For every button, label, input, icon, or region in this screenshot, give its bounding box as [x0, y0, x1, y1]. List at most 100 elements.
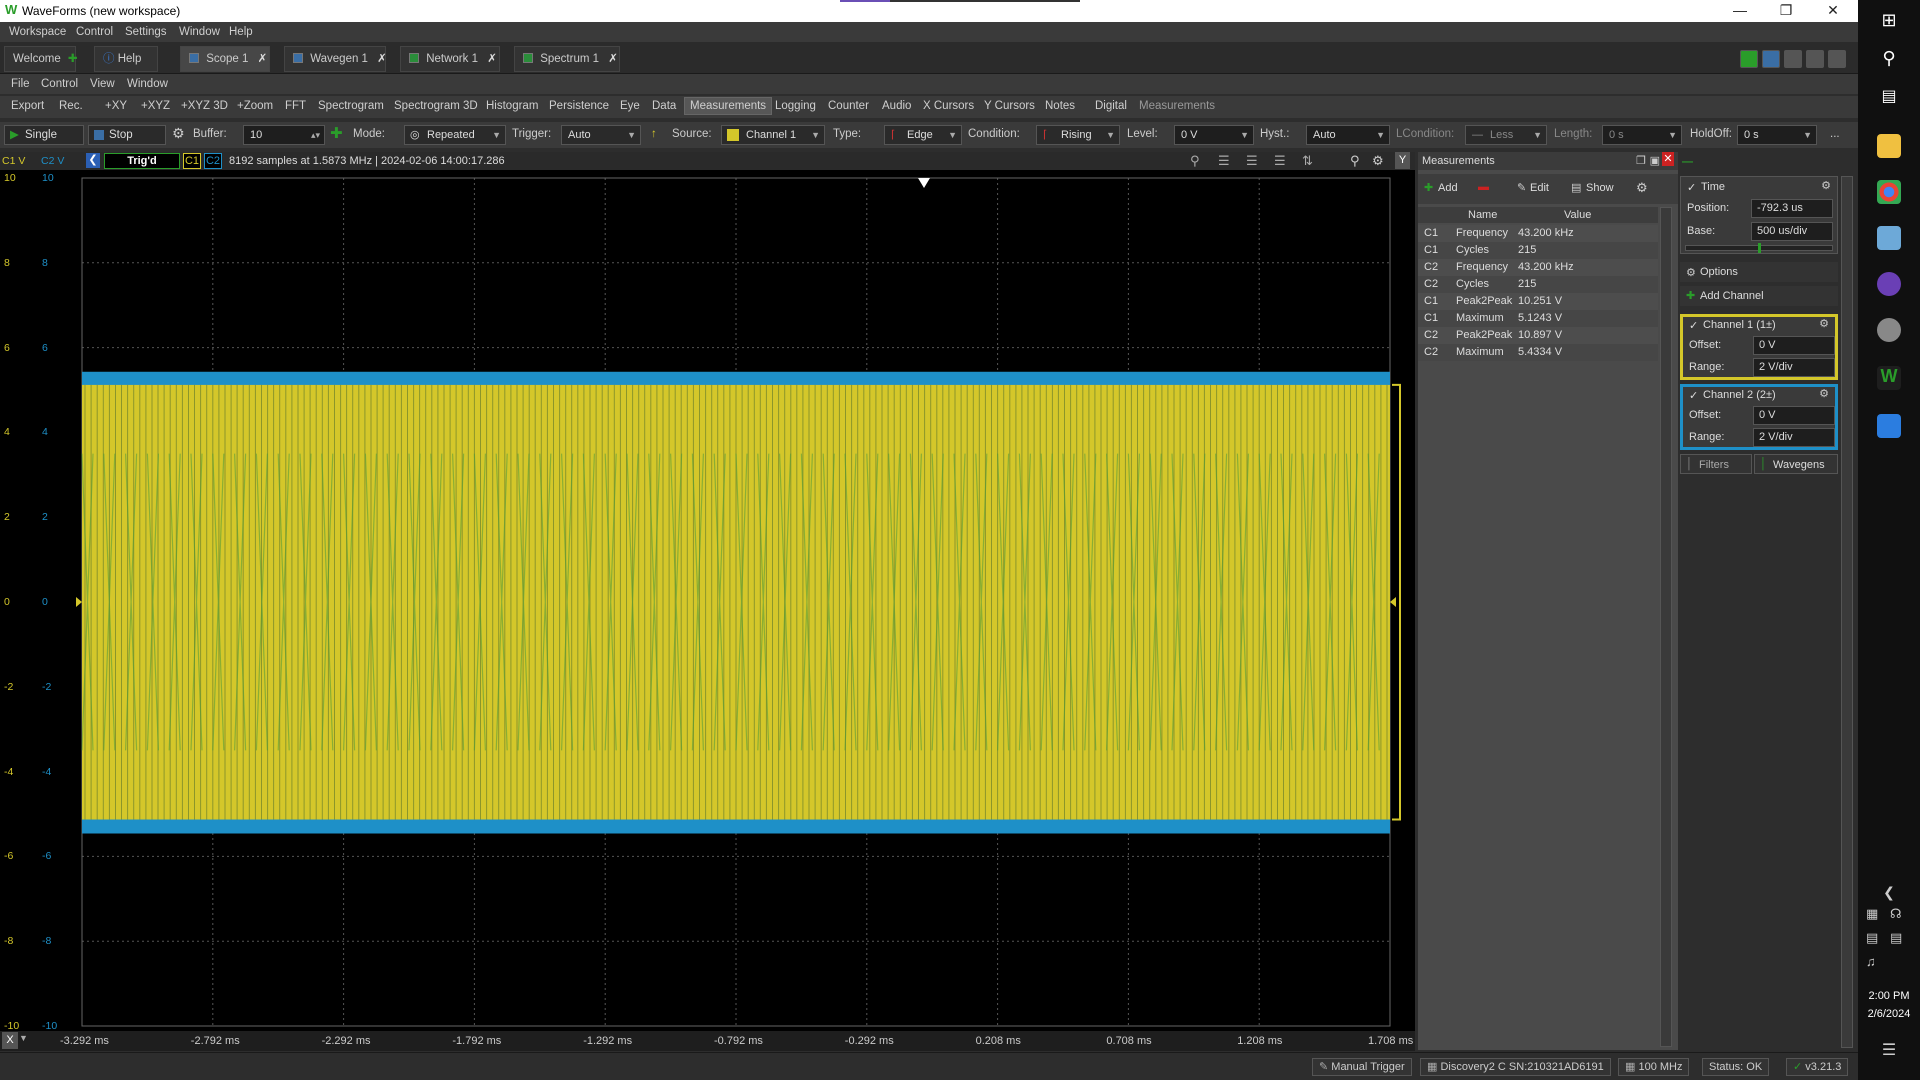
length-input[interactable]: 0 s ▼: [1602, 125, 1682, 145]
menu-window[interactable]: Window: [179, 26, 220, 38]
toolbar-measurements[interactable]: Measurements: [684, 97, 773, 115]
position-input[interactable]: -792.3 us: [1751, 199, 1833, 218]
add-button[interactable]: Add: [1438, 182, 1458, 194]
device-button[interactable]: ▦ Discovery2 C SN:210321AD6191: [1420, 1058, 1611, 1076]
scope-plot[interactable]: 10 10 8 8 6 6 4 4 2 2 0 0 -2 -2 -4 -4 -6 -6 -8 -8 -10 -10: [0, 170, 1415, 1050]
ch1-offset-input[interactable]: 0 V: [1753, 336, 1835, 355]
hyst-input[interactable]: Auto ▼: [1306, 125, 1390, 145]
network-icon[interactable]: ▤: [1866, 930, 1890, 954]
remove-icon[interactable]: ▬: [1478, 181, 1489, 193]
toolbar-xyz[interactable]: +XYZ: [141, 100, 170, 112]
zoom-icon[interactable]: ☰: [1246, 153, 1258, 169]
app-icon[interactable]: [1877, 226, 1901, 250]
toolbar-digital[interactable]: Digital: [1095, 100, 1127, 112]
restore-button[interactable]: ❐: [1766, 1, 1806, 19]
ch1-range-input[interactable]: 2 V/div: [1753, 358, 1835, 377]
options-row[interactable]: ⚙ Options: [1680, 262, 1838, 282]
ch2-offset-input[interactable]: 0 V: [1753, 406, 1835, 425]
measurement-row[interactable]: C2 Cycles 215: [1418, 276, 1658, 293]
c2-toggle[interactable]: C2: [204, 153, 222, 169]
gear-icon[interactable]: ⚙: [1821, 179, 1831, 192]
condition-select[interactable]: ⌈ Rising ▼: [1036, 125, 1120, 145]
minimize-button[interactable]: —: [1720, 1, 1760, 19]
gear-icon[interactable]: ⚙: [1372, 153, 1384, 169]
stop-button[interactable]: Stop: [88, 125, 166, 145]
tab-welcome[interactable]: Welcome ✚: [4, 46, 78, 72]
app-icon[interactable]: [1877, 414, 1901, 438]
run-all-icon[interactable]: [1740, 50, 1758, 68]
zoom-icon[interactable]: ☰: [1218, 153, 1230, 169]
menu-workspace[interactable]: Workspace: [9, 26, 66, 38]
toolbar-histogram[interactable]: Histogram: [486, 100, 538, 112]
notifications-icon[interactable]: ☰: [1877, 1040, 1901, 1064]
close-tab-icon[interactable]: ✗: [258, 53, 268, 65]
show-button[interactable]: Show: [1586, 182, 1614, 194]
check-icon[interactable]: ✓: [1689, 389, 1698, 402]
tab-scope-1[interactable]: Scope 1 ✗: [180, 46, 270, 72]
layout-icon[interactable]: [1806, 50, 1824, 68]
clock-time[interactable]: 2:00 PM: [1858, 990, 1920, 1002]
toolbar-persistence[interactable]: Persistence: [549, 100, 609, 112]
toolbar-notes[interactable]: Notes: [1045, 100, 1075, 112]
zoom-icon[interactable]: ⚲: [1190, 153, 1200, 169]
chevron-left-icon[interactable]: ❮: [1877, 884, 1901, 908]
toolbar-y-cursors[interactable]: Y Cursors: [984, 100, 1035, 112]
source-select[interactable]: Channel 1 ▼: [721, 125, 825, 145]
edit-button[interactable]: Edit: [1530, 182, 1549, 194]
toolbar-spectrogram-3d[interactable]: Spectrogram 3D: [394, 100, 478, 112]
version-indicator[interactable]: ✓ v3.21.3: [1786, 1058, 1849, 1076]
level-input[interactable]: 0 V ▼: [1174, 125, 1254, 145]
microphone-icon[interactable]: ☊: [1890, 906, 1914, 930]
single-button[interactable]: ▶ Single: [4, 125, 84, 145]
chrome-icon[interactable]: [1877, 180, 1901, 204]
toolbar-eye[interactable]: Eye: [620, 100, 640, 112]
measurement-row[interactable]: C1 Frequency 43.200 kHz: [1418, 225, 1658, 242]
measurement-row[interactable]: C2 Frequency 43.200 kHz: [1418, 259, 1658, 276]
menu-settings[interactable]: Settings: [125, 26, 167, 38]
close-panel-icon[interactable]: ✕: [1662, 152, 1674, 166]
mode-select[interactable]: ◎ Repeated ▼: [404, 125, 506, 145]
toolbar-audio[interactable]: Audio: [882, 100, 911, 112]
close-tab-icon[interactable]: ✗: [377, 53, 387, 65]
measurement-row[interactable]: C2 Maximum 5.4334 V: [1418, 344, 1658, 361]
menu-window[interactable]: Window: [127, 78, 168, 90]
dock-icon[interactable]: ▣: [1650, 154, 1660, 167]
close-tab-icon[interactable]: ✗: [487, 53, 497, 65]
zoom-icon[interactable]: ⇅: [1302, 153, 1313, 169]
search-icon[interactable]: ⚲: [1877, 48, 1901, 72]
measurement-row[interactable]: C1 Maximum 5.1243 V: [1418, 310, 1658, 327]
base-input[interactable]: 500 us/div: [1751, 222, 1833, 241]
measurement-row[interactable]: C1 Cycles 215: [1418, 242, 1658, 259]
manual-trigger-button[interactable]: ✎ Manual Trigger: [1312, 1058, 1412, 1076]
add-icon[interactable]: ✚: [330, 124, 343, 142]
github-icon[interactable]: [1877, 272, 1901, 296]
volume-icon[interactable]: ♫: [1866, 954, 1890, 978]
toolbar-export[interactable]: Export: [11, 100, 44, 112]
add-channel-row[interactable]: ✚ Add Channel: [1680, 286, 1838, 306]
measurement-row[interactable]: C1 Peak2Peak 10.251 V: [1418, 293, 1658, 310]
menu-control[interactable]: Control: [76, 26, 113, 38]
x-button[interactable]: X: [2, 1032, 18, 1049]
toolbar-data[interactable]: Data: [652, 100, 676, 112]
ch2-range-input[interactable]: 2 V/div: [1753, 428, 1835, 447]
gear-icon[interactable]: ⚙: [1819, 317, 1829, 330]
measurement-row[interactable]: C2 Peak2Peak 10.897 V: [1418, 327, 1658, 344]
float-icon[interactable]: ❐: [1636, 154, 1646, 167]
position-slider[interactable]: [1685, 243, 1833, 253]
settings-gear-icon[interactable]: ⚙: [172, 125, 185, 142]
menu-file[interactable]: File: [11, 78, 30, 90]
toolbar-zoom[interactable]: +Zoom: [237, 100, 273, 112]
lcondition-select[interactable]: — Less ▼: [1465, 125, 1547, 145]
c1-toggle[interactable]: C1: [183, 153, 201, 169]
panel-scrollbar[interactable]: [1841, 176, 1853, 1048]
close-tab-icon[interactable]: ✗: [608, 53, 618, 65]
buffer-input[interactable]: 10 ▴▾: [243, 125, 325, 145]
menu-view[interactable]: View: [90, 78, 115, 90]
device-icon[interactable]: ▦: [1866, 906, 1890, 930]
toolbar-x-cursors[interactable]: X Cursors: [923, 100, 974, 112]
measurements-scrollbar[interactable]: [1660, 207, 1672, 1047]
magnifier-icon[interactable]: ⚲: [1350, 153, 1360, 169]
toolbar-logging[interactable]: Logging: [775, 100, 816, 112]
more-button[interactable]: ...: [1830, 128, 1840, 140]
menu-control[interactable]: Control: [41, 78, 78, 90]
